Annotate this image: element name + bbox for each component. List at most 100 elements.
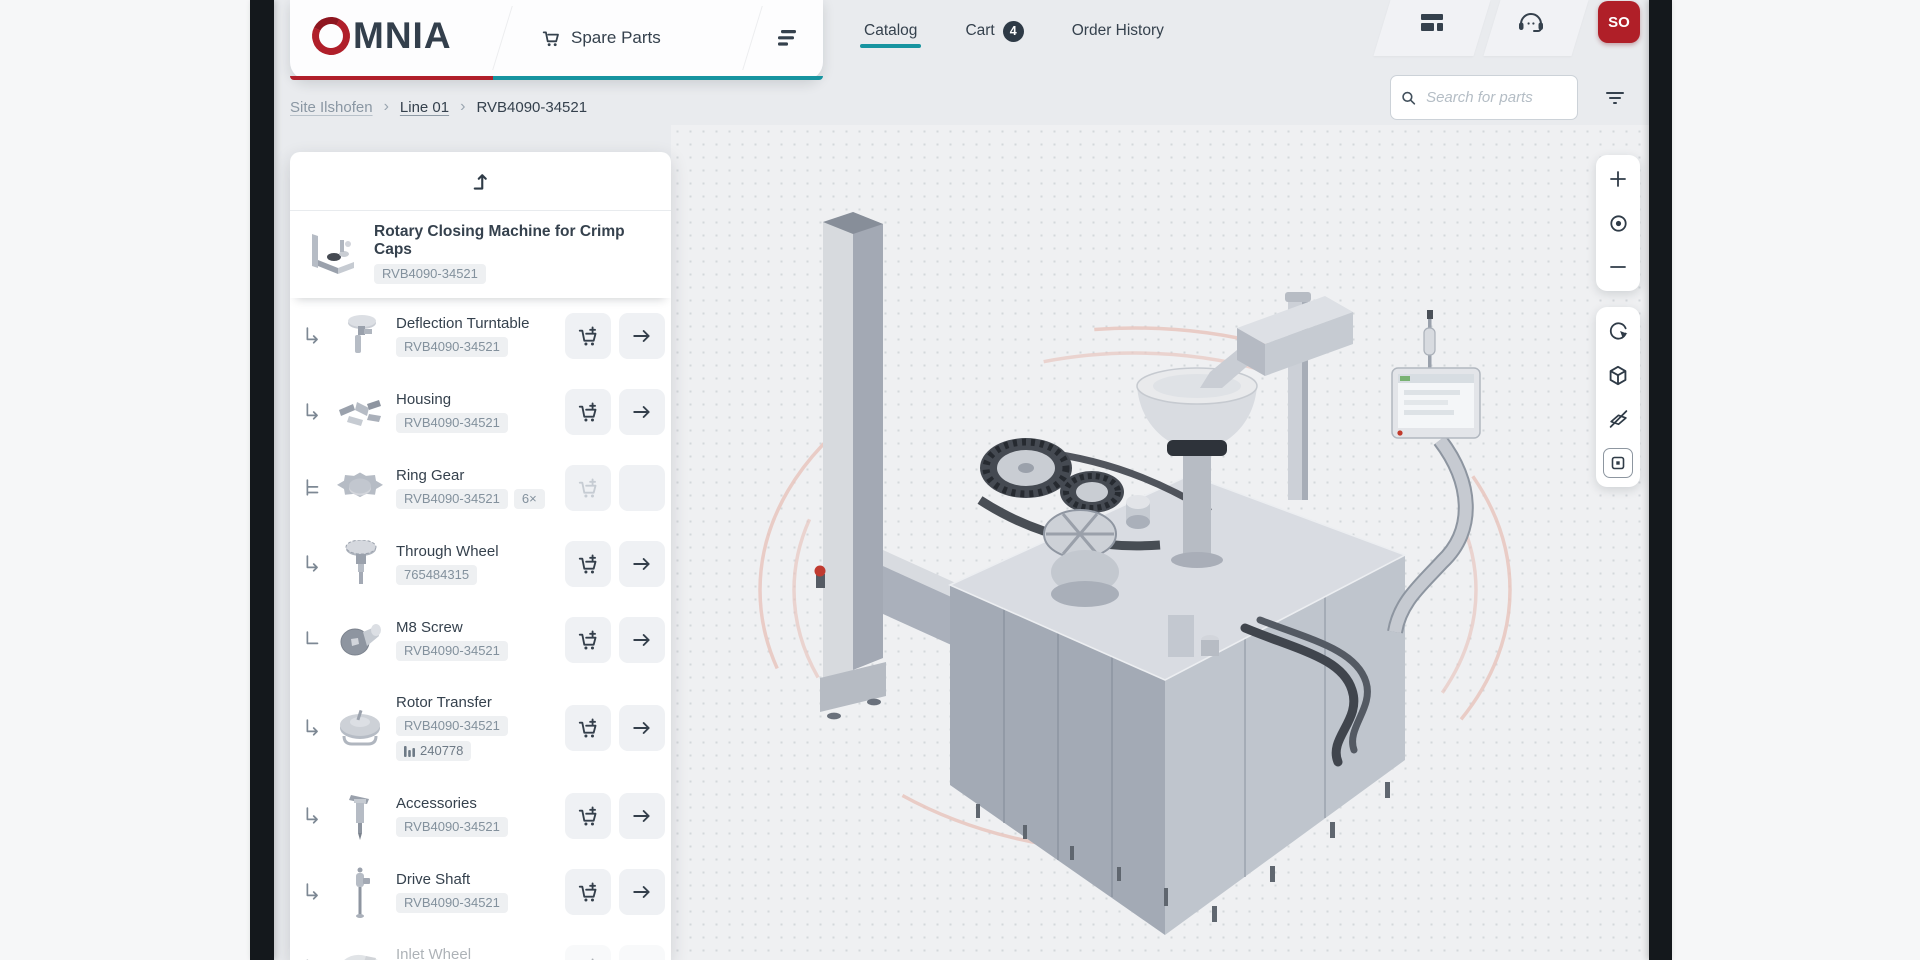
part-detail-button[interactable] — [619, 793, 665, 839]
part-thumbnail — [332, 309, 388, 363]
app-viewport: MNIA Spare Parts — [274, 0, 1649, 960]
brand-progress-bar — [290, 76, 823, 80]
tree-last-icon — [300, 630, 326, 650]
part-detail-button[interactable] — [619, 705, 665, 751]
user-avatar[interactable]: SO — [1598, 1, 1640, 43]
part-detail-button[interactable] — [619, 617, 665, 663]
app-switcher[interactable]: Spare Parts — [536, 0, 667, 76]
add-to-cart-button[interactable] — [565, 945, 611, 960]
bar-red — [290, 76, 493, 80]
parent-part-row[interactable]: Rotary Closing Machine for Crimp Caps RV… — [290, 211, 671, 298]
minus-icon — [1609, 258, 1627, 276]
quantity-badge: 6× — [514, 489, 545, 509]
emergency-stop — [815, 566, 826, 577]
sort-menu-button[interactable] — [768, 20, 808, 56]
breadcrumb-current: RVB4090-34521 — [476, 99, 587, 116]
add-to-cart-button[interactable] — [565, 313, 611, 359]
part-row: Accessories RVB4090-34521 — [290, 778, 671, 854]
part-number-badge: RVB4090-34521 — [396, 337, 508, 357]
view-toolbar — [1596, 307, 1640, 487]
bar-teal — [493, 76, 823, 80]
support-button[interactable] — [1510, 6, 1546, 40]
zoom-toolbar — [1596, 155, 1640, 291]
main-tabs: Catalog Cart 4 Order History — [862, 0, 1166, 64]
add-to-cart-button[interactable] — [565, 705, 611, 751]
stock-bars-icon — [404, 745, 415, 757]
logo-o-mark — [307, 12, 355, 60]
level-up-button[interactable] — [451, 159, 511, 203]
level-up-icon — [470, 171, 492, 191]
part-thumbnail — [332, 789, 388, 843]
search-input[interactable] — [1424, 88, 1567, 107]
part-number-badge: RVB4090-34521 — [396, 893, 508, 913]
part-detail-button[interactable] — [619, 313, 665, 359]
section-box-button[interactable] — [1596, 441, 1640, 485]
machine-overview-button[interactable] — [1413, 6, 1449, 40]
part-number-badge: RVB4090-34521 — [396, 641, 508, 661]
tab-catalog[interactable]: Catalog — [862, 2, 919, 62]
add-to-cart-button[interactable] — [565, 617, 611, 663]
part-thumbnail — [332, 385, 388, 439]
headset-icon — [1516, 9, 1546, 37]
header-divider — [492, 6, 513, 70]
filter-icon — [1605, 90, 1625, 106]
omnia-logo: MNIA — [312, 12, 452, 60]
header-card: MNIA Spare Parts — [290, 0, 823, 80]
cart-count-badge: 4 — [1003, 21, 1024, 42]
machine-beam — [883, 550, 958, 648]
part-row: M8 Screw RVB4090-34521 — [290, 602, 671, 678]
search-icon — [1401, 89, 1416, 107]
breadcrumb-site[interactable]: Site Ilshofen — [290, 99, 373, 116]
add-to-cart-button-disabled — [565, 465, 611, 511]
breadcrumb-separator: › — [384, 98, 389, 116]
part-detail-button[interactable] — [619, 541, 665, 587]
part-thumbnail — [332, 613, 388, 667]
parts-panel-header — [290, 152, 671, 211]
add-to-cart-button[interactable] — [565, 793, 611, 839]
part-thumbnail — [332, 941, 388, 960]
part-row: Inlet Wheel — [290, 930, 671, 960]
screen: MNIA Spare Parts — [0, 0, 1920, 960]
stock-badge: 240778 — [396, 741, 471, 761]
breadcrumb-line[interactable]: Line 01 — [400, 99, 449, 116]
part-number-badge: RVB4090-34521 — [396, 817, 508, 837]
tab-label: Catalog — [864, 22, 917, 40]
header-divider — [742, 6, 763, 70]
tab-cart[interactable]: Cart 4 — [963, 1, 1025, 64]
user-initials: SO — [1608, 14, 1630, 31]
logo-text: MNIA — [353, 17, 452, 55]
add-to-cart-button[interactable] — [565, 869, 611, 915]
part-row: Ring Gear RVB4090-34521 6× — [290, 450, 671, 526]
add-to-cart-button[interactable] — [565, 389, 611, 435]
device-bezel-left — [250, 0, 274, 960]
part-number-badge: RVB4090-34521 — [396, 489, 508, 509]
part-detail-button[interactable] — [619, 389, 665, 435]
part-thumbnail — [332, 865, 388, 919]
tree-child-icon — [300, 402, 326, 422]
part-thumbnail — [304, 230, 358, 278]
target-icon — [1609, 214, 1628, 233]
part-detail-button[interactable] — [619, 945, 665, 960]
part-number-badge: 765484315 — [396, 565, 477, 585]
filter-button[interactable] — [1592, 75, 1638, 120]
add-to-cart-button[interactable] — [565, 541, 611, 587]
recenter-button[interactable] — [1596, 201, 1640, 245]
cube-icon — [1608, 365, 1628, 386]
part-row: Deflection Turntable RVB4090-34521 — [290, 298, 671, 374]
tab-order-history[interactable]: Order History — [1070, 2, 1166, 62]
hide-part-button[interactable] — [1596, 397, 1640, 441]
cart-icon — [542, 29, 561, 48]
part-detail-button[interactable] — [619, 869, 665, 915]
part-number-badge: RVB4090-34521 — [374, 264, 486, 284]
app-switcher-label: Spare Parts — [571, 28, 661, 48]
zoom-out-button[interactable] — [1596, 245, 1640, 289]
plus-icon — [1609, 170, 1627, 188]
viewer-canvas[interactable] — [671, 125, 1649, 960]
part-number-badge: RVB4090-34521 — [396, 716, 508, 736]
3d-view-button[interactable] — [1596, 353, 1640, 397]
zoom-in-button[interactable] — [1596, 157, 1640, 201]
select-rotate-button[interactable] — [1596, 309, 1640, 353]
tab-label: Cart — [965, 22, 994, 40]
machine-column — [815, 212, 887, 719]
parent-part-info: Rotary Closing Machine for Crimp Caps RV… — [374, 223, 657, 284]
